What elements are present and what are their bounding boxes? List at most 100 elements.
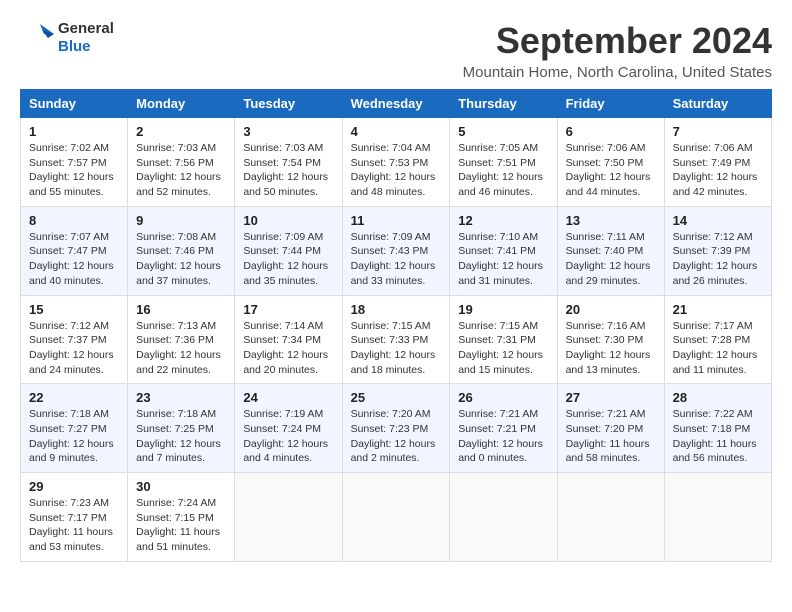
day-info: Sunrise: 7:02 AM Sunset: 7:57 PM Dayligh… xyxy=(29,141,119,200)
header-monday: Monday xyxy=(128,90,235,118)
day-cell: 17 Sunrise: 7:14 AM Sunset: 7:34 PM Dayli… xyxy=(235,295,342,384)
day-cell: 7 Sunrise: 7:06 AM Sunset: 7:49 PM Daylig… xyxy=(664,118,771,207)
day-number: 30 xyxy=(136,479,226,494)
day-cell: 13 Sunrise: 7:11 AM Sunset: 7:40 PM Dayli… xyxy=(557,206,664,295)
day-number: 17 xyxy=(243,302,333,317)
day-info: Sunrise: 7:20 AM Sunset: 7:23 PM Dayligh… xyxy=(351,407,442,466)
day-cell: 5 Sunrise: 7:05 AM Sunset: 7:51 PM Daylig… xyxy=(450,118,557,207)
day-info: Sunrise: 7:15 AM Sunset: 7:33 PM Dayligh… xyxy=(351,319,442,378)
day-cell: 23 Sunrise: 7:18 AM Sunset: 7:25 PM Dayli… xyxy=(128,384,235,473)
day-info: Sunrise: 7:14 AM Sunset: 7:34 PM Dayligh… xyxy=(243,319,333,378)
day-info: Sunrise: 7:17 AM Sunset: 7:28 PM Dayligh… xyxy=(673,319,763,378)
title-area: September 2024 Mountain Home, North Caro… xyxy=(463,20,772,81)
day-info: Sunrise: 7:12 AM Sunset: 7:39 PM Dayligh… xyxy=(673,230,763,289)
day-cell: 22Sunrise: 7:18 AM Sunset: 7:27 PM Dayli… xyxy=(21,384,128,473)
day-info: Sunrise: 7:24 AM Sunset: 7:15 PM Dayligh… xyxy=(136,496,226,555)
day-number: 9 xyxy=(136,213,226,228)
day-info: Sunrise: 7:03 AM Sunset: 7:54 PM Dayligh… xyxy=(243,141,333,200)
day-cell: 4 Sunrise: 7:04 AM Sunset: 7:53 PM Daylig… xyxy=(342,118,450,207)
day-number: 18 xyxy=(351,302,442,317)
header-thursday: Thursday xyxy=(450,90,557,118)
day-info: Sunrise: 7:21 AM Sunset: 7:20 PM Dayligh… xyxy=(566,407,656,466)
calendar-header-row: SundayMondayTuesdayWednesdayThursdayFrid… xyxy=(21,90,772,118)
calendar-table: SundayMondayTuesdayWednesdayThursdayFrid… xyxy=(20,89,772,562)
day-number: 26 xyxy=(458,390,548,405)
day-number: 1 xyxy=(29,124,119,139)
day-cell xyxy=(342,473,450,562)
week-row-2: 8 Sunrise: 7:07 AM Sunset: 7:47 PM Daylig… xyxy=(21,206,772,295)
day-number: 14 xyxy=(673,213,763,228)
day-info: Sunrise: 7:13 AM Sunset: 7:36 PM Dayligh… xyxy=(136,319,226,378)
header-tuesday: Tuesday xyxy=(235,90,342,118)
day-cell: 24 Sunrise: 7:19 AM Sunset: 7:24 PM Dayli… xyxy=(235,384,342,473)
day-cell xyxy=(235,473,342,562)
day-info: Sunrise: 7:15 AM Sunset: 7:31 PM Dayligh… xyxy=(458,319,548,378)
day-cell: 15 Sunrise: 7:12 AM Sunset: 7:37 PM Dayli… xyxy=(21,295,128,384)
day-number: 5 xyxy=(458,124,548,139)
day-number: 8 xyxy=(29,213,119,228)
day-number: 29 xyxy=(29,479,119,494)
day-number: 7 xyxy=(673,124,763,139)
day-cell: 25 Sunrise: 7:20 AM Sunset: 7:23 PM Dayli… xyxy=(342,384,450,473)
day-cell xyxy=(664,473,771,562)
week-row-1: 1 Sunrise: 7:02 AM Sunset: 7:57 PM Daylig… xyxy=(21,118,772,207)
day-info: Sunrise: 7:23 AM Sunset: 7:17 PM Dayligh… xyxy=(29,496,119,555)
header-friday: Friday xyxy=(557,90,664,118)
day-cell: 18 Sunrise: 7:15 AM Sunset: 7:33 PM Dayli… xyxy=(342,295,450,384)
day-number: 16 xyxy=(136,302,226,317)
day-cell: 6Sunrise: 7:06 AM Sunset: 7:50 PM Daylig… xyxy=(557,118,664,207)
day-cell: 12 Sunrise: 7:10 AM Sunset: 7:41 PM Dayli… xyxy=(450,206,557,295)
logo: General Blue xyxy=(20,20,114,56)
day-cell: 14 Sunrise: 7:12 AM Sunset: 7:39 PM Dayli… xyxy=(664,206,771,295)
day-number: 15 xyxy=(29,302,119,317)
day-info: Sunrise: 7:22 AM Sunset: 7:18 PM Dayligh… xyxy=(673,407,763,466)
month-title: September 2024 xyxy=(463,20,772,62)
day-info: Sunrise: 7:18 AM Sunset: 7:27 PM Dayligh… xyxy=(29,407,119,466)
header: General Blue September 2024 Mountain Hom… xyxy=(20,20,772,81)
day-cell: 9 Sunrise: 7:08 AM Sunset: 7:46 PM Daylig… xyxy=(128,206,235,295)
day-info: Sunrise: 7:10 AM Sunset: 7:41 PM Dayligh… xyxy=(458,230,548,289)
day-number: 20 xyxy=(566,302,656,317)
day-number: 10 xyxy=(243,213,333,228)
day-cell: 30 Sunrise: 7:24 AM Sunset: 7:15 PM Dayli… xyxy=(128,473,235,562)
day-info: Sunrise: 7:19 AM Sunset: 7:24 PM Dayligh… xyxy=(243,407,333,466)
day-number: 4 xyxy=(351,124,442,139)
day-number: 25 xyxy=(351,390,442,405)
day-info: Sunrise: 7:09 AM Sunset: 7:43 PM Dayligh… xyxy=(351,230,442,289)
day-info: Sunrise: 7:08 AM Sunset: 7:46 PM Dayligh… xyxy=(136,230,226,289)
day-info: Sunrise: 7:11 AM Sunset: 7:40 PM Dayligh… xyxy=(566,230,656,289)
day-cell: 21 Sunrise: 7:17 AM Sunset: 7:28 PM Dayli… xyxy=(664,295,771,384)
day-info: Sunrise: 7:05 AM Sunset: 7:51 PM Dayligh… xyxy=(458,141,548,200)
day-info: Sunrise: 7:16 AM Sunset: 7:30 PM Dayligh… xyxy=(566,319,656,378)
day-number: 3 xyxy=(243,124,333,139)
day-number: 2 xyxy=(136,124,226,139)
day-number: 13 xyxy=(566,213,656,228)
day-number: 19 xyxy=(458,302,548,317)
day-info: Sunrise: 7:04 AM Sunset: 7:53 PM Dayligh… xyxy=(351,141,442,200)
week-row-5: 29 Sunrise: 7:23 AM Sunset: 7:17 PM Dayli… xyxy=(21,473,772,562)
day-number: 12 xyxy=(458,213,548,228)
day-cell xyxy=(450,473,557,562)
day-cell: 20 Sunrise: 7:16 AM Sunset: 7:30 PM Dayli… xyxy=(557,295,664,384)
day-cell: 8 Sunrise: 7:07 AM Sunset: 7:47 PM Daylig… xyxy=(21,206,128,295)
day-cell: 10Sunrise: 7:09 AM Sunset: 7:44 PM Dayli… xyxy=(235,206,342,295)
day-cell: 2Sunrise: 7:03 AM Sunset: 7:56 PM Daylig… xyxy=(128,118,235,207)
day-info: Sunrise: 7:07 AM Sunset: 7:47 PM Dayligh… xyxy=(29,230,119,289)
day-number: 23 xyxy=(136,390,226,405)
day-info: Sunrise: 7:21 AM Sunset: 7:21 PM Dayligh… xyxy=(458,407,548,466)
day-number: 24 xyxy=(243,390,333,405)
day-cell: 26 Sunrise: 7:21 AM Sunset: 7:21 PM Dayli… xyxy=(450,384,557,473)
logo-text: General Blue xyxy=(58,20,114,56)
header-saturday: Saturday xyxy=(664,90,771,118)
day-info: Sunrise: 7:12 AM Sunset: 7:37 PM Dayligh… xyxy=(29,319,119,378)
day-number: 21 xyxy=(673,302,763,317)
week-row-3: 15 Sunrise: 7:12 AM Sunset: 7:37 PM Dayli… xyxy=(21,295,772,384)
day-cell: 3 Sunrise: 7:03 AM Sunset: 7:54 PM Daylig… xyxy=(235,118,342,207)
header-sunday: Sunday xyxy=(21,90,128,118)
day-cell: 29 Sunrise: 7:23 AM Sunset: 7:17 PM Dayli… xyxy=(21,473,128,562)
logo-bird-icon xyxy=(20,20,56,56)
day-cell xyxy=(557,473,664,562)
week-row-4: 22Sunrise: 7:18 AM Sunset: 7:27 PM Dayli… xyxy=(21,384,772,473)
day-info: Sunrise: 7:06 AM Sunset: 7:49 PM Dayligh… xyxy=(673,141,763,200)
day-info: Sunrise: 7:18 AM Sunset: 7:25 PM Dayligh… xyxy=(136,407,226,466)
